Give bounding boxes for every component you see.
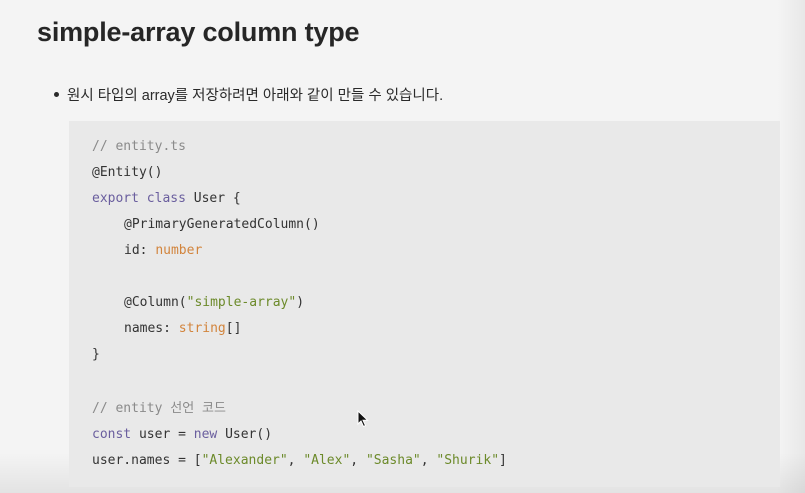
code-decorator: @Entity() xyxy=(92,165,163,180)
code-string: "Sasha" xyxy=(365,453,421,468)
code-separator: , xyxy=(420,453,437,468)
code-line-6: @Column("simple-array") xyxy=(124,293,304,313)
code-text: User { xyxy=(185,191,241,206)
code-decorator: @Column( xyxy=(124,295,187,310)
code-type: string xyxy=(178,321,226,336)
code-line-11: user.names = ["Alexander", "Alex", "Sash… xyxy=(92,451,507,471)
code-line-2: @Entity() xyxy=(92,163,162,183)
bullet-text: 원시 타입의 array를 저장하려면 아래와 같이 만들 수 있습니다. xyxy=(67,88,444,104)
code-text: user = xyxy=(131,427,194,442)
code-separator: , xyxy=(350,453,366,468)
code-text: [] xyxy=(225,321,242,336)
code-line-3: export class User { xyxy=(92,189,241,209)
code-line-9: // entity 선언 코드 xyxy=(92,399,226,419)
code-comment: // entity 선언 코드 xyxy=(92,401,226,416)
code-keyword: new xyxy=(193,427,218,442)
code-line-1: // entity.ts xyxy=(92,137,186,157)
code-keyword: class xyxy=(146,191,186,206)
code-property: names: xyxy=(124,321,179,336)
code-text: user.names = [ xyxy=(92,453,202,468)
code-string: "simple-array" xyxy=(186,295,297,310)
code-text: ] xyxy=(499,453,507,468)
right-edge-shade xyxy=(777,0,805,493)
code-string: "Alex" xyxy=(303,453,351,468)
code-line-7: names: string[] xyxy=(124,319,241,339)
mouse-pointer-icon xyxy=(357,409,369,433)
code-text: User() xyxy=(217,427,273,442)
code-block: // entity.ts @Entity() export class User… xyxy=(69,121,780,487)
code-comment: // entity.ts xyxy=(92,139,186,154)
code-keyword: export xyxy=(92,191,139,206)
code-string: "Shurik" xyxy=(436,453,500,468)
code-text: ) xyxy=(296,295,305,310)
bullet-dot xyxy=(54,92,59,97)
code-line-8: } xyxy=(92,345,100,365)
code-string: "Alexander" xyxy=(201,453,288,468)
code-decorator: @PrimaryGeneratedColumn() xyxy=(124,217,320,232)
code-line-4: @PrimaryGeneratedColumn() xyxy=(124,215,320,235)
code-keyword: const xyxy=(92,427,132,442)
code-brace: } xyxy=(92,347,100,362)
bullet-item: 원시 타입의 array를 저장하려면 아래와 같이 만들 수 있습니다. xyxy=(54,84,443,105)
code-line-5: id: number xyxy=(124,241,202,261)
code-separator: , xyxy=(287,453,304,468)
code-type: number xyxy=(155,243,203,258)
code-line-10: const user = new User() xyxy=(92,425,272,445)
code-property: id: xyxy=(124,243,156,258)
page-title: simple-array column type xyxy=(37,17,360,47)
